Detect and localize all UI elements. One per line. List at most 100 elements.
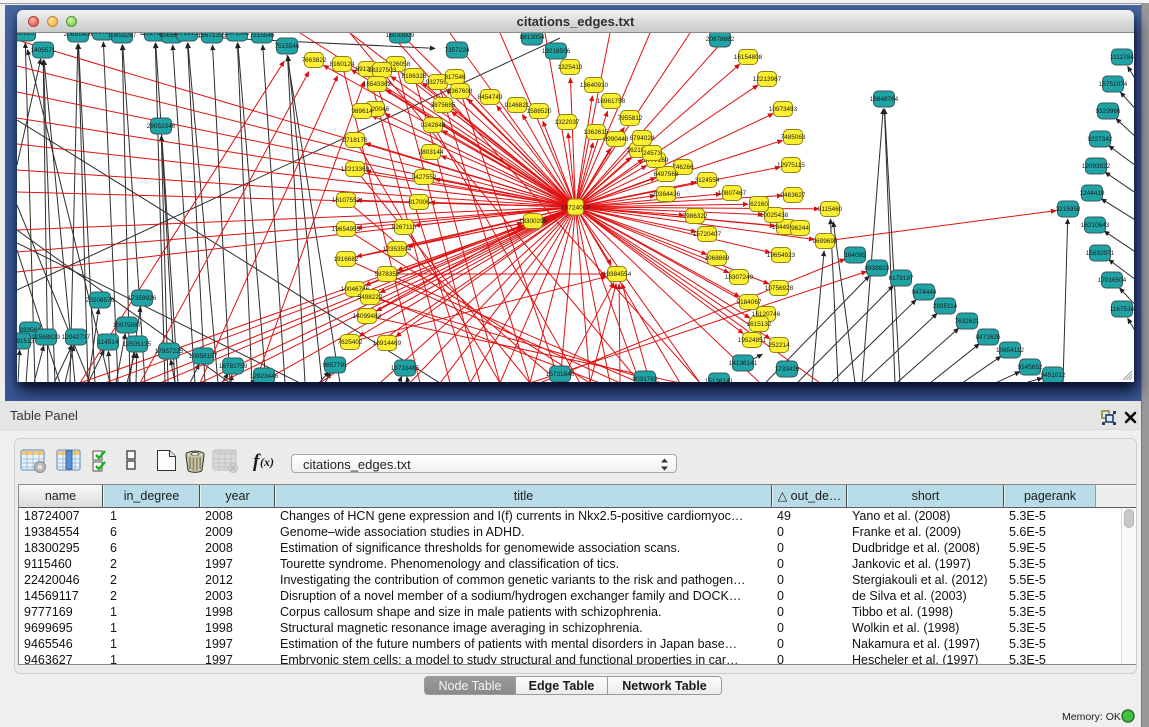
svg-text:1362615: 1362615 <box>584 129 609 136</box>
svg-text:3215958: 3215958 <box>1056 206 1081 213</box>
svg-text:10807467: 10807467 <box>718 190 747 197</box>
svg-text:1068869: 1068869 <box>705 255 730 262</box>
svg-text:18724007: 18724007 <box>561 205 591 212</box>
svg-text:16543362: 16543362 <box>363 81 392 88</box>
svg-text:10853287: 10853287 <box>108 33 137 39</box>
svg-text:12353594: 12353594 <box>383 246 412 253</box>
svg-text:1322037: 1322037 <box>555 119 580 126</box>
svg-text:19524851: 19524851 <box>738 337 767 344</box>
svg-text:19654923: 19654923 <box>767 252 796 259</box>
svg-text:1405571: 1405571 <box>31 47 56 54</box>
svg-text:13640910: 13640910 <box>580 82 609 89</box>
svg-text:62160: 62160 <box>750 201 768 208</box>
svg-text:20691406: 20691406 <box>64 33 93 38</box>
svg-text:15731846: 15731846 <box>546 371 575 378</box>
svg-text:16671355: 16671355 <box>198 33 227 39</box>
svg-text:18307249: 18307249 <box>725 274 754 281</box>
svg-text:1733426: 1733426 <box>775 366 800 373</box>
svg-text:817006: 817006 <box>408 199 430 206</box>
svg-text:10756928: 10756928 <box>765 285 794 292</box>
svg-text:12923446: 12923446 <box>250 373 279 380</box>
svg-text:16033809: 16033809 <box>386 33 415 39</box>
svg-text:989614: 989614 <box>351 108 373 115</box>
svg-text:1244419: 1244419 <box>1080 190 1105 197</box>
svg-text:9857791: 9857791 <box>323 362 348 369</box>
svg-text:2718176: 2718176 <box>343 137 368 144</box>
svg-text:16961758: 16961758 <box>597 98 626 105</box>
svg-text:9329966: 9329966 <box>1096 108 1121 115</box>
svg-text:11568829: 11568829 <box>32 334 60 341</box>
svg-text:1325419: 1325419 <box>558 64 583 71</box>
svg-text:14136141: 14136141 <box>729 360 758 367</box>
svg-text:8813054: 8813054 <box>520 34 545 41</box>
svg-text:5878352: 5878352 <box>375 271 400 278</box>
svg-text:6990448: 6990448 <box>604 136 629 143</box>
svg-text:9699695: 9699695 <box>813 238 838 245</box>
svg-text:252214: 252214 <box>768 342 790 349</box>
svg-text:20878682: 20878682 <box>706 36 735 43</box>
svg-text:8186328: 8186328 <box>402 73 427 80</box>
svg-text:2367608: 2367608 <box>448 88 473 95</box>
svg-text:14099483: 14099483 <box>353 313 382 320</box>
svg-text:9245652: 9245652 <box>1018 364 1043 371</box>
svg-text:12093822: 12093822 <box>1082 163 1111 170</box>
svg-text:8471626: 8471626 <box>976 334 1001 341</box>
svg-text:817546: 817546 <box>444 74 466 81</box>
svg-text:6179197: 6179197 <box>889 275 914 282</box>
svg-text:12942737: 12942737 <box>62 334 91 341</box>
svg-text:7986322: 7986322 <box>683 213 708 220</box>
svg-text:16107552: 16107552 <box>332 197 361 204</box>
svg-text:10958107: 10958107 <box>189 353 218 360</box>
svg-text:5498222: 5498222 <box>358 294 383 301</box>
svg-text:18327503: 18327503 <box>368 67 397 74</box>
svg-text:16210643: 16210643 <box>1081 222 1110 229</box>
svg-text:9227342: 9227342 <box>1088 136 1113 143</box>
svg-text:19218506: 19218506 <box>542 48 571 55</box>
svg-text:1615132: 1615132 <box>747 321 772 328</box>
svg-text:12213369: 12213369 <box>341 166 370 173</box>
svg-text:12213967: 12213967 <box>753 76 782 83</box>
svg-text:9474444: 9474444 <box>912 289 937 296</box>
svg-text:10975887: 10975887 <box>113 322 142 329</box>
svg-text:7632621: 7632621 <box>955 318 980 325</box>
svg-text:9463627: 9463627 <box>781 192 806 199</box>
svg-text:7515546: 7515546 <box>250 33 275 39</box>
svg-text:(x): (x) <box>260 455 274 469</box>
svg-text:8267110: 8267110 <box>392 224 417 231</box>
svg-text:8454749: 8454749 <box>478 94 503 101</box>
svg-text:12505135: 12505135 <box>123 341 152 348</box>
svg-text:24573: 24573 <box>643 150 661 157</box>
svg-text:6497568: 6497568 <box>654 171 679 178</box>
svg-text:13716485: 13716485 <box>391 365 420 372</box>
svg-text:7485063: 7485063 <box>781 134 806 141</box>
svg-text:2935114: 2935114 <box>933 303 958 310</box>
svg-text:2803144: 2803144 <box>419 149 444 156</box>
svg-text:15720407: 15720407 <box>693 231 722 238</box>
svg-text:16154808: 16154808 <box>734 54 763 61</box>
svg-text:29053346: 29053346 <box>147 123 176 130</box>
svg-text:1588520: 1588520 <box>527 108 552 115</box>
svg-text:10654112: 10654112 <box>996 347 1024 354</box>
svg-text:20364436: 20364436 <box>652 191 681 198</box>
svg-text:9451012: 9451012 <box>1041 372 1066 379</box>
svg-text:18300295: 18300295 <box>519 218 548 225</box>
svg-text:8160124: 8160124 <box>330 61 355 68</box>
svg-text:9115460: 9115460 <box>818 206 843 213</box>
svg-text:6794024: 6794024 <box>630 135 655 142</box>
svg-text:7663822: 7663822 <box>302 57 327 64</box>
svg-text:16914469: 16914469 <box>373 340 402 347</box>
svg-text:7625402: 7625402 <box>338 339 363 346</box>
svg-text:9031763: 9031763 <box>633 376 658 382</box>
svg-text:10025438: 10025438 <box>760 212 789 219</box>
svg-text:9242848: 9242848 <box>421 122 446 129</box>
svg-text:1916682: 1916682 <box>334 256 359 263</box>
svg-text:3875685: 3875685 <box>431 102 456 109</box>
svg-text:16782759: 16782759 <box>219 363 248 370</box>
svg-text:9184067: 9184067 <box>737 299 762 306</box>
svg-text:17957225: 17957225 <box>155 348 184 355</box>
svg-text:114514: 114514 <box>98 339 119 346</box>
svg-text:7515546: 7515546 <box>275 43 300 50</box>
svg-text:3124554: 3124554 <box>695 177 720 184</box>
svg-text:17359926: 17359926 <box>128 295 157 302</box>
svg-text:8571546: 8571546 <box>225 33 250 37</box>
